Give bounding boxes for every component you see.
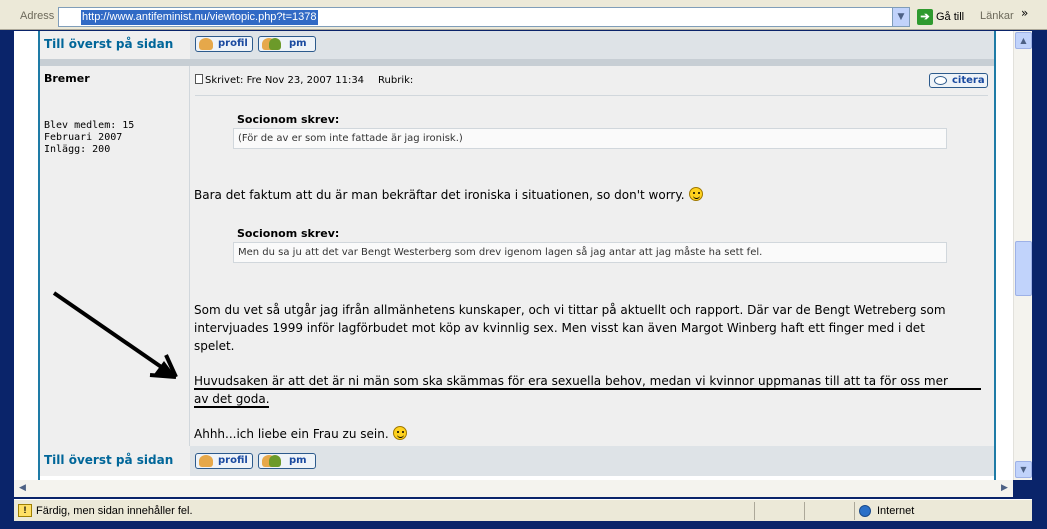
pm-button-bottom[interactable]: pm [258, 453, 316, 469]
globe-icon [859, 505, 871, 517]
go-label: Gå till [936, 11, 965, 23]
paragraph-3-end: . [265, 392, 270, 406]
scroll-left-icon[interactable]: ◀ [14, 480, 31, 497]
address-input[interactable]: http://www.antifeminist.nu/viewtopic.php… [58, 7, 910, 27]
go-arrow-icon: ➔ [917, 9, 933, 25]
profile-icon-bottom [199, 455, 213, 467]
paragraph-4-text: Ahhh...ich liebe ein Frau zu sein. [194, 427, 389, 441]
post-author-name: Bremer [44, 72, 90, 85]
status-separator-1 [754, 502, 755, 520]
quote2-author: Socionom skrev: [237, 227, 340, 240]
scroll-down-icon[interactable]: ▼ [1015, 461, 1032, 478]
quote1-author: Socionom skrev: [237, 113, 340, 126]
pm-button-label: pm [289, 38, 307, 49]
profile-button[interactable]: profil [195, 36, 253, 52]
paragraph-2-line2: intervjuades 1999 inför lagförbudet mot … [194, 321, 925, 335]
profile-button-bottom[interactable]: profil [195, 453, 253, 469]
profile-icon [199, 38, 213, 50]
horizontal-scrollbar[interactable]: ◀ ▶ [14, 480, 1013, 497]
top-link-cell: Till överst på sidan [40, 31, 190, 59]
post-header: Skrivet: Fre Nov 23, 2007 11:34 Rubrik: [195, 74, 413, 86]
post-body-panel: Skrivet: Fre Nov 23, 2007 11:34 Rubrik: c… [191, 66, 994, 446]
post-header-divider [195, 95, 988, 96]
status-message: Färdig, men sidan innehåller fel. [36, 505, 193, 517]
warning-icon[interactable]: ! [18, 504, 32, 517]
paragraph-2-line1: Som du vet så utgår jag ifrån allmänhete… [194, 303, 946, 317]
address-dropdown-icon[interactable]: ▼ [892, 8, 909, 26]
pm-icon-second [269, 38, 281, 50]
pm-button[interactable]: pm [258, 36, 316, 52]
scroll-up-icon[interactable]: ▲ [1015, 32, 1032, 49]
post-footer-row-top: Till överst på sidan profil pm [40, 31, 994, 59]
paragraph-4: Ahhh...ich liebe ein Frau zu sein. [194, 425, 407, 443]
bottom-link-cell: Till överst på sidan [40, 446, 190, 476]
profile-button-label-bottom: profil [218, 455, 248, 466]
quote1-box: (För de av er som inte fattade är jag ir… [233, 128, 947, 149]
pm-button-label-bottom: pm [289, 455, 307, 466]
page-viewport: Till överst på sidan profil pm Bremer Bl… [14, 31, 1013, 480]
highlight-underline-1 [194, 388, 981, 390]
security-zone-label: Internet [877, 505, 915, 517]
back-to-top-link-bottom[interactable]: Till överst på sidan [44, 453, 173, 467]
paragraph-3: Huvudsaken är att det är ni män som ska … [194, 372, 948, 408]
vertical-scroll-thumb[interactable] [1015, 241, 1032, 296]
status-separator-2 [804, 502, 805, 520]
paragraph-1: Bara det faktum att du är man bekräftar … [194, 186, 703, 204]
quote2-box: Men du sa ju att det var Bengt Westerber… [233, 242, 947, 263]
address-url[interactable]: http://www.antifeminist.nu/viewtopic.php… [81, 10, 318, 25]
member-since-line1: Blev medlem: 15 [44, 120, 135, 131]
paragraph-3-line2: av det goda [194, 392, 266, 406]
post-subject-label: Rubrik: [378, 75, 414, 86]
post-author-panel: Bremer Blev medlem: 15 Februari 2007 Inl… [40, 66, 190, 446]
security-zone: Internet [854, 502, 1014, 520]
member-since-line2: Februari 2007 [44, 132, 123, 143]
wink-smiley-icon [392, 426, 407, 440]
paragraph-1-text: Bara det faktum att du är man bekräftar … [194, 188, 685, 202]
scroll-right-icon[interactable]: ▶ [996, 480, 1013, 497]
row-separator [40, 59, 994, 66]
address-label: Adress [20, 10, 55, 22]
paragraph-2-line3: spelet. [194, 339, 235, 353]
post-row: Bremer Blev medlem: 15 Februari 2007 Inl… [40, 66, 994, 446]
status-bar: ! Färdig, men sidan innehåller fel. Inte… [14, 499, 1032, 521]
vertical-scrollbar[interactable]: ▲ ▼ [1013, 31, 1032, 480]
quote-button[interactable]: citera [929, 73, 988, 88]
quote-button-label: citera [952, 75, 985, 86]
go-button[interactable]: ➔ Gå till [914, 7, 972, 27]
post-document-icon [195, 74, 203, 84]
back-to-top-link[interactable]: Till överst på sidan [44, 37, 173, 51]
links-toolbar[interactable]: Länkar [980, 10, 1014, 22]
annotation-arrow-icon [52, 291, 178, 379]
highlight-underline-2 [194, 406, 269, 408]
paragraph-2: Som du vet så utgår jag ifrån allmänhete… [194, 301, 946, 355]
pm-icon-bottom-second [269, 455, 281, 467]
profile-button-label: profil [218, 38, 248, 49]
speech-bubble-icon [934, 76, 947, 85]
post-count: Inlägg: 200 [44, 144, 111, 155]
laughing-smiley-icon [688, 187, 703, 201]
post-footer-row-bottom: Till överst på sidan profil pm [40, 446, 994, 476]
post-date: Skrivet: Fre Nov 23, 2007 11:34 [205, 75, 365, 86]
address-bar: Adress http://www.antifeminist.nu/viewto… [0, 0, 1047, 30]
toolbar-chevron-icon[interactable]: » [1021, 6, 1028, 20]
